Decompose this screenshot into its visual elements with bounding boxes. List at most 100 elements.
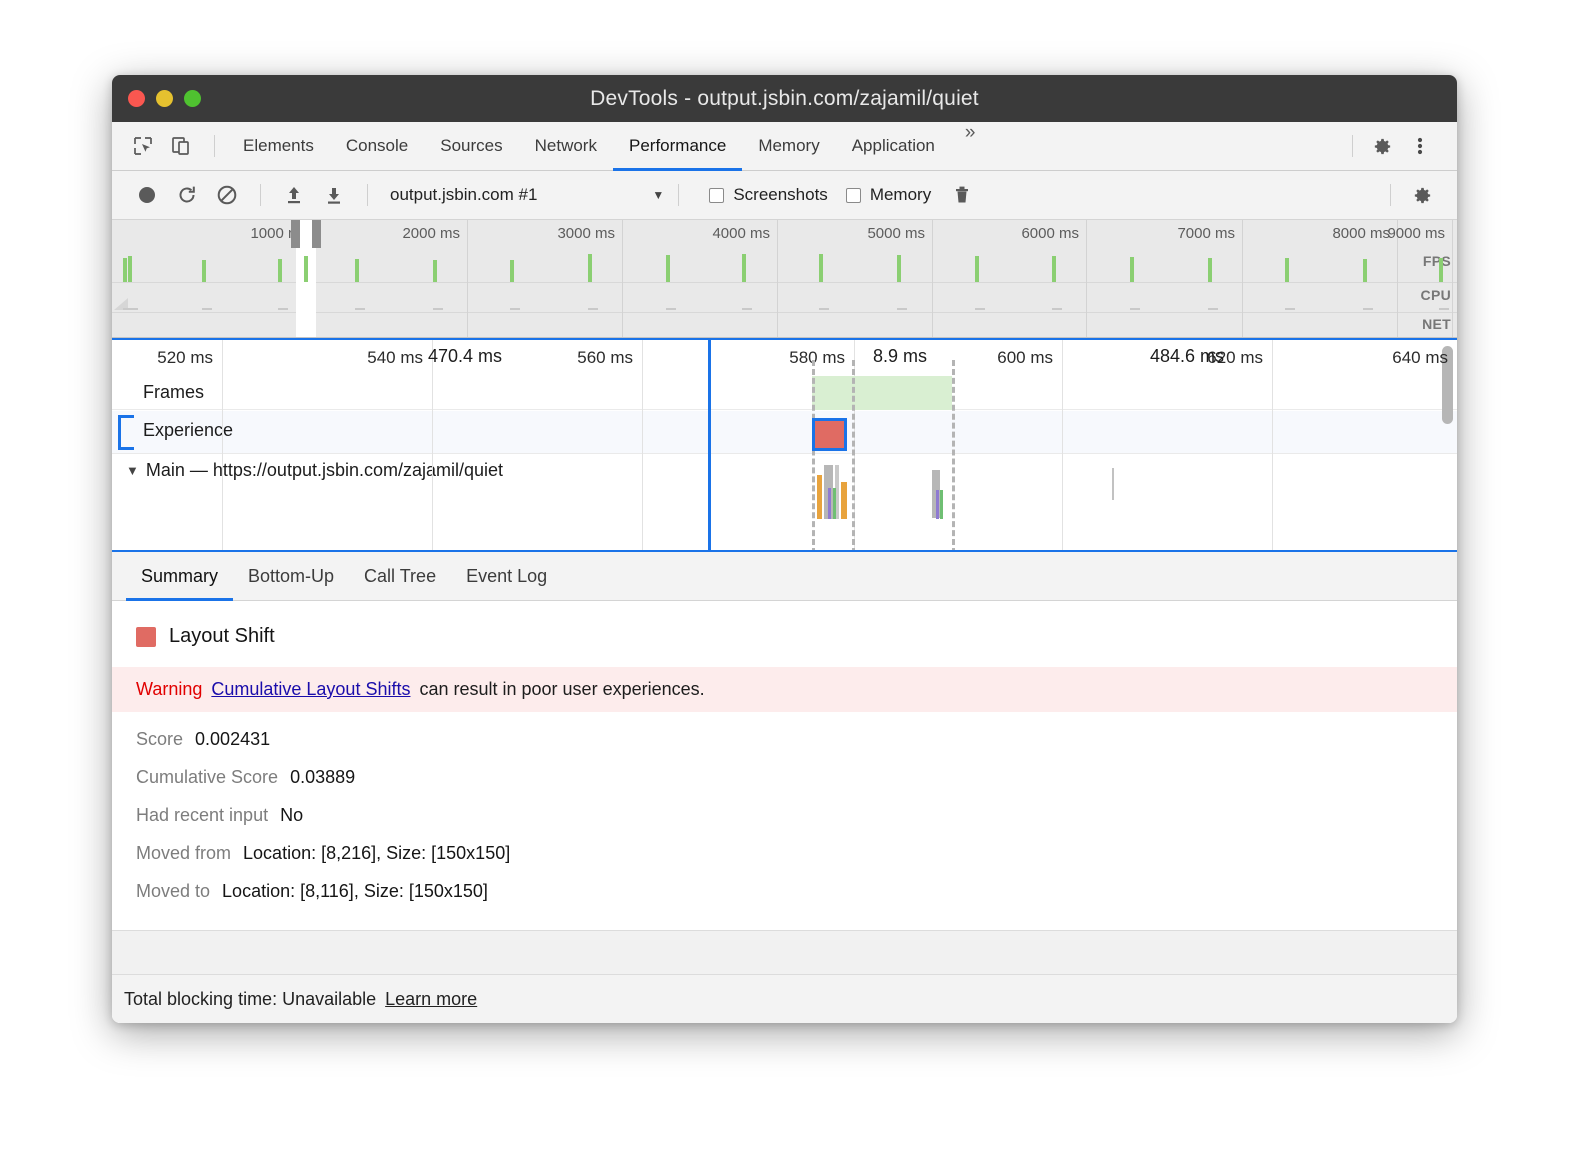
tab-performance[interactable]: Performance	[613, 122, 742, 170]
expand-triangle-icon[interactable]: ▼	[126, 463, 139, 478]
flame-selection-line	[708, 340, 711, 550]
frames-row[interactable]: Frames	[112, 376, 1457, 410]
overview-tick	[932, 220, 933, 338]
frame-duration-label: 8.9 ms	[873, 346, 927, 367]
screenshots-label: Screenshots	[733, 185, 828, 205]
layout-shift-marker[interactable]	[812, 418, 847, 451]
tab-event-log[interactable]: Event Log	[451, 552, 562, 600]
learn-more-link[interactable]: Learn more	[385, 989, 477, 1010]
screenshots-checkbox-box	[709, 188, 724, 203]
layout-shift-color-swatch	[136, 627, 156, 647]
main-thread-event-bar[interactable]	[817, 475, 822, 519]
warning-banner: Warning Cumulative Layout Shifts can res…	[112, 667, 1457, 712]
tab-elements[interactable]: Elements	[227, 122, 330, 170]
fps-bar	[666, 255, 670, 282]
main-thread-event-bar[interactable]	[1112, 468, 1114, 500]
main-thread-event-bar[interactable]	[940, 490, 943, 519]
upload-profile-icon[interactable]	[275, 178, 313, 212]
session-select[interactable]: output.jsbin.com #1 ▼	[390, 185, 664, 205]
record-circle-icon[interactable]	[128, 178, 166, 212]
flame-tick-label: 640 ms	[1392, 348, 1457, 368]
fps-bar	[1439, 258, 1443, 282]
tabbar-right-divider	[1352, 135, 1353, 157]
inspect-element-icon[interactable]	[126, 129, 160, 163]
detail-label: Had recent input	[136, 805, 268, 826]
reload-record-icon[interactable]	[168, 178, 206, 212]
fps-bar	[433, 260, 437, 282]
panel-tabs: Elements Console Sources Network Perform…	[227, 122, 989, 170]
more-tabs-icon[interactable]: »	[951, 122, 990, 170]
tabbar-right-controls	[1340, 129, 1457, 163]
tab-bottom-up[interactable]: Bottom-Up	[233, 552, 349, 600]
kebab-menu-icon[interactable]	[1403, 129, 1437, 163]
experience-row[interactable]: Experience	[112, 411, 1457, 454]
tab-network[interactable]: Network	[519, 122, 613, 170]
tab-application[interactable]: Application	[836, 122, 951, 170]
gear-icon[interactable]	[1365, 129, 1399, 163]
flame-chart[interactable]: Frames Experience ▼ Main — https://outpu…	[112, 338, 1457, 552]
detail-label: Cumulative Score	[136, 767, 278, 788]
net-blip	[975, 308, 985, 310]
gear-icon[interactable]	[1403, 178, 1441, 212]
cumulative-layout-shifts-link[interactable]: Cumulative Layout Shifts	[211, 679, 410, 700]
main-thread-event-bar[interactable]	[828, 488, 831, 519]
frame-duration-label: 470.4 ms	[428, 346, 502, 367]
main-thread-row-label[interactable]: ▼ Main — https://output.jsbin.com/zajami…	[126, 460, 503, 481]
detail-value: Location: [8,216], Size: [150x150]	[243, 843, 510, 864]
main-thread-label-text: Main — https://output.jsbin.com/zajamil/…	[146, 460, 503, 481]
tab-sources[interactable]: Sources	[424, 122, 518, 170]
net-blip	[819, 308, 829, 310]
fps-bar	[975, 256, 979, 282]
net-blip	[128, 308, 138, 310]
device-toolbar-icon[interactable]	[164, 129, 198, 163]
detail-row-moved-to: Moved to Location: [8,116], Size: [150x1…	[112, 864, 1457, 902]
overview-window-left-handle[interactable]	[291, 220, 300, 248]
perfbar-right-controls	[1378, 178, 1457, 212]
summary-event-title-text: Layout Shift	[169, 625, 275, 648]
overview-tick-label: 6000 ms	[1021, 225, 1086, 242]
net-blip	[510, 308, 520, 310]
timeline-overview[interactable]: FPS CPU NET 1000 ms2000 ms3000 ms4000 ms…	[112, 220, 1457, 338]
overview-lane-fps: FPS	[1423, 253, 1451, 269]
memory-checkbox[interactable]: Memory	[846, 185, 931, 205]
summary-event-title: Layout Shift	[112, 601, 1457, 667]
fps-bar	[128, 256, 132, 282]
detail-row-score: Score 0.002431	[112, 712, 1457, 750]
trash-icon[interactable]	[943, 178, 981, 212]
tab-console[interactable]: Console	[330, 122, 424, 170]
perfbar-divider-4	[1390, 184, 1391, 206]
flame-tick-label: 520 ms	[157, 348, 222, 368]
frame-duration-label: 484.6 ms	[1150, 346, 1224, 367]
fps-bar	[897, 255, 901, 282]
chevron-down-icon: ▼	[652, 188, 664, 202]
detail-row-had-recent-input: Had recent input No	[112, 788, 1457, 826]
detail-label: Moved to	[136, 881, 210, 902]
net-blip	[588, 308, 598, 310]
net-blip	[897, 308, 907, 310]
memory-label: Memory	[870, 185, 931, 205]
fps-bar	[278, 259, 282, 282]
download-profile-icon[interactable]	[315, 178, 353, 212]
main-thread-event-bar[interactable]	[841, 482, 847, 519]
screenshots-checkbox[interactable]: Screenshots	[709, 185, 828, 205]
detail-value: 0.002431	[195, 729, 270, 750]
tab-summary[interactable]: Summary	[126, 552, 233, 600]
window-title: DevTools - output.jsbin.com/zajamil/quie…	[112, 87, 1457, 111]
tab-memory[interactable]: Memory	[742, 122, 835, 170]
flame-tick	[1272, 340, 1273, 550]
devtools-window: DevTools - output.jsbin.com/zajamil/quie…	[112, 75, 1457, 1023]
main-thread-event-bar[interactable]	[833, 488, 836, 519]
net-blip	[278, 308, 288, 310]
frames-row-label: Frames	[143, 382, 204, 403]
fps-bar	[510, 260, 514, 282]
frame-boundary-dash	[812, 360, 815, 552]
frame-duration-band[interactable]	[812, 376, 952, 410]
main-thread-event-bar[interactable]	[936, 490, 939, 519]
tab-call-tree[interactable]: Call Tree	[349, 552, 451, 600]
clear-icon[interactable]	[208, 178, 246, 212]
summary-footer-spacer	[112, 930, 1457, 974]
window-titlebar: DevTools - output.jsbin.com/zajamil/quie…	[112, 75, 1457, 122]
frame-boundary-dash	[952, 360, 955, 552]
flame-tick-label: 580 ms	[789, 348, 854, 368]
overview-window-right-handle[interactable]	[312, 220, 321, 248]
